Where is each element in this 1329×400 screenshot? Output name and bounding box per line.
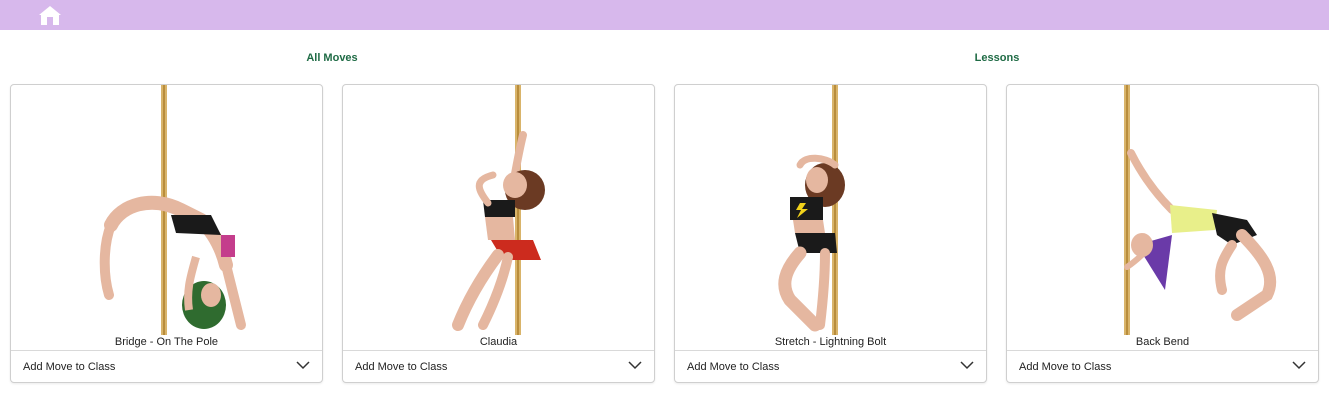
nav-lessons[interactable]: Lessons xyxy=(975,52,1020,64)
add-move-to-class-select[interactable]: Add Move to Class xyxy=(343,350,654,382)
add-move-to-class-select[interactable]: Add Move to Class xyxy=(11,350,322,382)
move-title: Back Bend xyxy=(1135,336,1190,348)
add-move-to-class-select[interactable]: Add Move to Class xyxy=(1007,350,1318,382)
nav-all-moves[interactable]: All Moves xyxy=(306,52,357,64)
move-illustration[interactable] xyxy=(1007,85,1318,335)
move-card: Bridge - On The Pole Add Move to Class xyxy=(10,84,323,383)
chevron-down-icon xyxy=(960,361,974,370)
select-label: Add Move to Class xyxy=(687,361,780,373)
move-title: Claudia xyxy=(479,336,518,348)
chevron-down-icon xyxy=(628,361,642,370)
move-illustration[interactable] xyxy=(11,85,322,335)
add-move-to-class-select[interactable]: Add Move to Class xyxy=(675,350,986,382)
top-bar xyxy=(0,0,1329,30)
move-illustration[interactable] xyxy=(343,85,654,335)
select-label: Add Move to Class xyxy=(355,361,448,373)
home-icon[interactable] xyxy=(38,5,62,26)
chevron-down-icon xyxy=(296,361,310,370)
select-label: Add Move to Class xyxy=(23,361,116,373)
move-card: Claudia Add Move to Class xyxy=(342,84,655,383)
select-label: Add Move to Class xyxy=(1019,361,1112,373)
chevron-down-icon xyxy=(1292,361,1306,370)
move-title: Stretch - Lightning Bolt xyxy=(774,336,887,348)
move-title: Bridge - On The Pole xyxy=(114,336,219,348)
move-card: Stretch - Lightning Bolt Add Move to Cla… xyxy=(674,84,987,383)
move-illustration[interactable] xyxy=(675,85,986,335)
move-card: Back Bend Add Move to Class xyxy=(1006,84,1319,383)
